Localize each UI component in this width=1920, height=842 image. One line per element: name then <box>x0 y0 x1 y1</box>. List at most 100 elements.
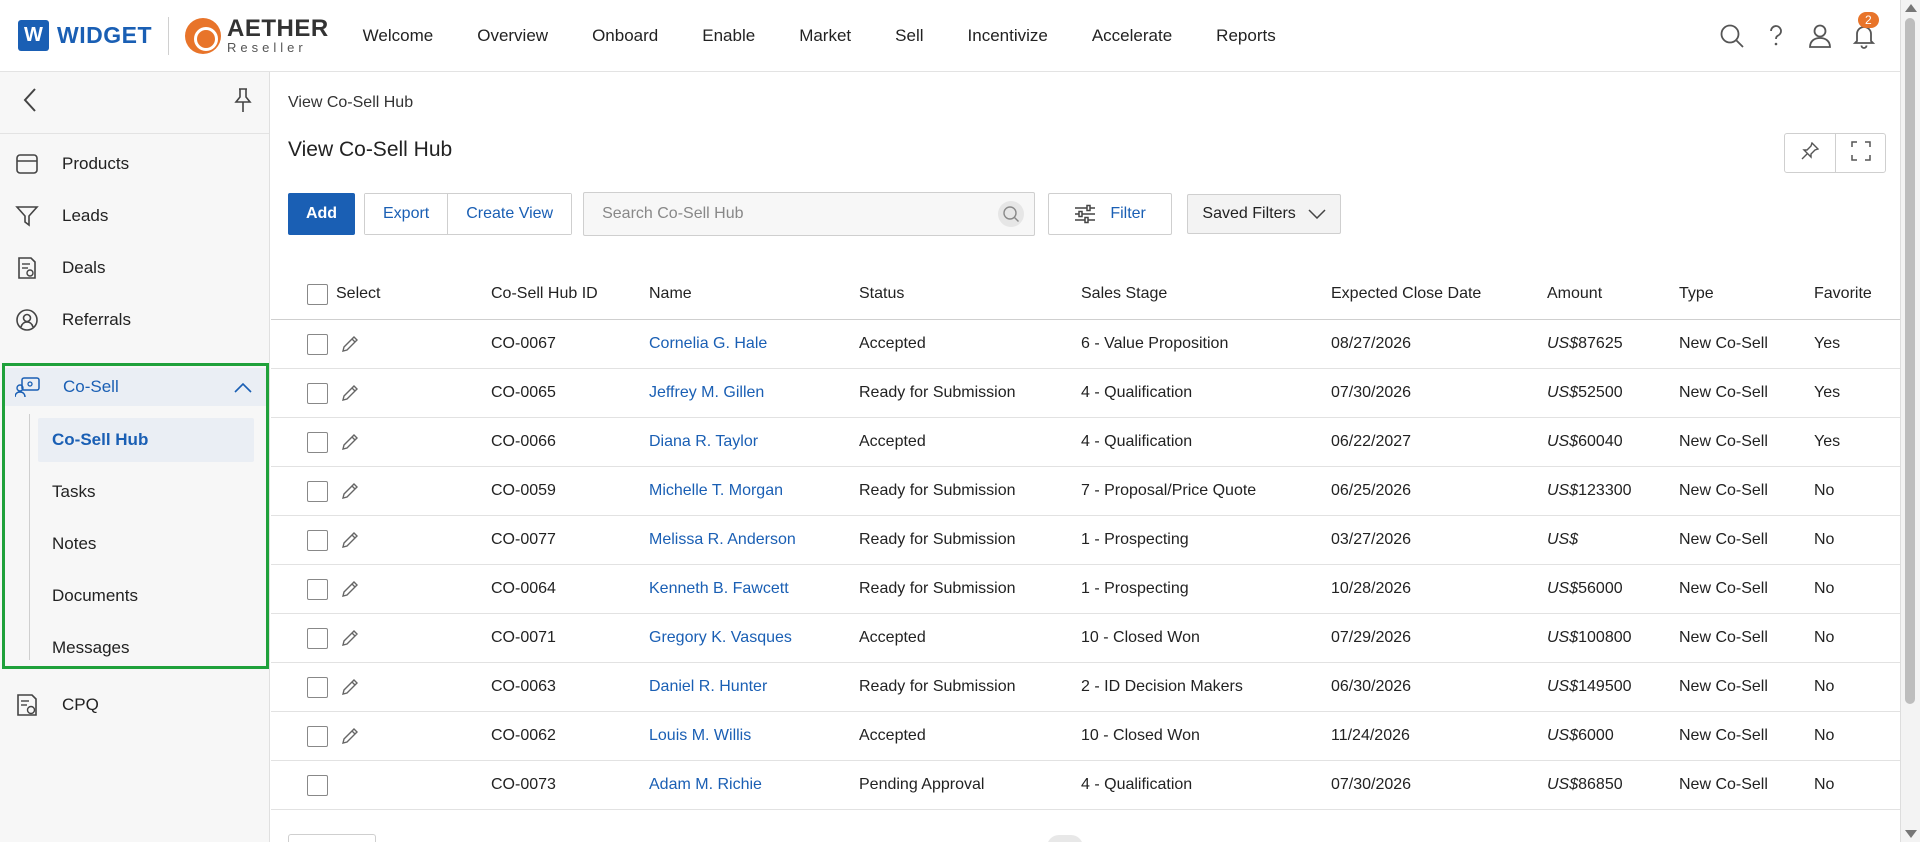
cell-name[interactable]: Adam M. Richie <box>649 761 762 809</box>
column-header-status[interactable]: Status <box>859 269 904 319</box>
select-all-checkbox[interactable] <box>307 269 328 319</box>
column-header-id[interactable]: Co-Sell Hub ID <box>491 269 598 319</box>
sidebar-subitem-documents[interactable]: Documents <box>32 570 246 622</box>
vertical-scrollbar[interactable] <box>1900 0 1920 842</box>
cell-name[interactable]: Louis M. Willis <box>649 712 751 760</box>
sidebar-subitem-notes[interactable]: Notes <box>32 518 246 570</box>
topnav-item-accelerate[interactable]: Accelerate <box>1070 26 1194 46</box>
sidebar-item-products[interactable]: Products <box>0 138 269 190</box>
row-select-checkbox[interactable] <box>307 712 328 760</box>
cell-name[interactable]: Jeffrey M. Gillen <box>649 369 764 417</box>
pagination-control[interactable] <box>288 834 376 842</box>
sidebar-item-deals[interactable]: Deals <box>0 242 269 294</box>
row-select-checkbox[interactable] <box>307 663 328 711</box>
topnav-item-reports[interactable]: Reports <box>1194 26 1298 46</box>
column-header-type[interactable]: Type <box>1679 269 1714 319</box>
user-profile-icon[interactable] <box>1806 22 1834 50</box>
sidebar-item-cosell[interactable]: Co-Sell <box>5 368 266 406</box>
saved-filters-dropdown[interactable]: Saved Filters <box>1187 194 1342 234</box>
topnav-item-welcome[interactable]: Welcome <box>363 26 456 46</box>
cell-name[interactable]: Michelle T. Morgan <box>649 467 783 515</box>
sidebar-item-cpq[interactable]: CPQ <box>0 679 270 731</box>
column-header-favorite[interactable]: Favorite <box>1814 269 1872 319</box>
chevron-up-icon[interactable] <box>234 380 252 398</box>
widget-logo[interactable]: W WIDGET <box>18 20 152 51</box>
row-select-checkbox[interactable] <box>307 614 328 662</box>
amount-value: 86850 <box>1578 776 1623 793</box>
breadcrumb: View Co-Sell Hub <box>288 94 414 111</box>
row-select-checkbox[interactable] <box>307 467 328 515</box>
aether-logo-icon <box>185 17 221 54</box>
row-select-checkbox[interactable] <box>307 320 328 368</box>
notifications-bell-icon[interactable]: 2 <box>1850 12 1879 50</box>
edit-pencil-icon[interactable] <box>340 712 360 760</box>
cell-amount: US$ 87625 <box>1547 320 1623 368</box>
row-select-checkbox[interactable] <box>307 565 328 613</box>
row-select-checkbox[interactable] <box>307 369 328 417</box>
edit-pencil-icon[interactable] <box>340 516 360 564</box>
sidebar-subitem-cosell-hub[interactable]: Co-Sell Hub <box>38 418 254 462</box>
topnav-item-enable[interactable]: Enable <box>680 26 777 46</box>
column-header-name[interactable]: Name <box>649 269 692 319</box>
widget-logo-mark: W <box>18 20 49 51</box>
cell-favorite: Yes <box>1814 384 1841 401</box>
cell-type: New Co-Sell <box>1679 384 1768 401</box>
cell-favorite: No <box>1814 482 1835 499</box>
scroll-up-arrow-icon[interactable] <box>1905 4 1917 12</box>
sidebar-subitem-tasks[interactable]: Tasks <box>32 466 246 518</box>
edit-pencil-icon[interactable] <box>340 565 360 613</box>
notification-badge: 2 <box>1858 12 1879 28</box>
edit-pencil-icon[interactable] <box>340 320 360 368</box>
sidebar-item-leads[interactable]: Leads <box>0 190 269 242</box>
topnav-item-incentivize[interactable]: Incentivize <box>946 26 1070 46</box>
column-header-expected-close-date[interactable]: Expected Close Date <box>1331 269 1481 319</box>
export-button[interactable]: Export <box>365 194 448 234</box>
cell-name[interactable]: Gregory K. Vasques <box>649 614 792 662</box>
create-view-button[interactable]: Create View <box>447 194 572 234</box>
cell-favorite: No <box>1814 531 1835 548</box>
cell-name[interactable]: Kenneth B. Fawcett <box>649 565 789 613</box>
row-select-checkbox[interactable] <box>307 418 328 466</box>
cell-name[interactable]: Daniel R. Hunter <box>649 663 767 711</box>
filter-button[interactable]: Filter <box>1048 193 1173 235</box>
currency-prefix: US$ <box>1547 678 1579 695</box>
edit-pencil-icon[interactable] <box>340 467 360 515</box>
topnav-item-overview[interactable]: Overview <box>455 26 570 46</box>
scrollbar-thumb[interactable] <box>1905 18 1915 704</box>
cell-sales-stage: 2 - ID Decision Makers <box>1081 678 1243 695</box>
cell-favorite: Yes <box>1814 433 1841 450</box>
sidebar-item-referrals[interactable]: Referrals <box>0 294 269 346</box>
sidebar-subitem-messages[interactable]: Messages <box>32 622 246 674</box>
cell-sales-stage: 4 - Qualification <box>1081 384 1193 401</box>
table-row: CO-0073 Adam M. Richie Pending Approval 4 -… <box>271 761 1900 810</box>
topnav-item-sell[interactable]: Sell <box>873 26 945 46</box>
topnav-item-onboard[interactable]: Onboard <box>570 26 680 46</box>
table-header-row: Select Co-Sell Hub ID Name Status Sales … <box>271 269 1900 320</box>
column-header-sales-stage[interactable]: Sales Stage <box>1081 269 1167 319</box>
edit-pencil-icon[interactable] <box>340 614 360 662</box>
cell-status: Accepted <box>859 335 926 352</box>
amount-value: 56000 <box>1578 580 1623 597</box>
add-button[interactable]: Add <box>288 193 355 235</box>
search-input[interactable]: Search Co-Sell Hub <box>583 192 1036 236</box>
edit-pencil-icon[interactable] <box>340 418 360 466</box>
edit-pencil-icon[interactable] <box>340 369 360 417</box>
search-icon[interactable] <box>998 201 1025 227</box>
cell-expected-close-date: 07/30/2026 <box>1331 776 1412 793</box>
edit-pencil-icon[interactable] <box>340 663 360 711</box>
cell-name[interactable]: Diana R. Taylor <box>649 418 758 466</box>
cell-amount: US$ 52500 <box>1547 369 1623 417</box>
column-header-amount[interactable]: Amount <box>1547 269 1602 319</box>
pin-sidebar-icon[interactable] <box>233 87 253 118</box>
cell-name[interactable]: Melissa R. Anderson <box>649 516 796 564</box>
row-select-checkbox[interactable] <box>307 516 328 564</box>
pin-view-button[interactable] <box>1785 134 1835 172</box>
scroll-down-arrow-icon[interactable] <box>1905 830 1917 838</box>
fullscreen-button[interactable] <box>1835 134 1885 172</box>
cell-name[interactable]: Cornelia G. Hale <box>649 320 767 368</box>
topnav-item-market[interactable]: Market <box>777 26 873 46</box>
row-select-checkbox[interactable] <box>307 761 328 809</box>
search-icon[interactable] <box>1718 22 1746 50</box>
help-icon[interactable] <box>1762 22 1790 50</box>
collapse-sidebar-back-icon[interactable] <box>22 87 38 118</box>
